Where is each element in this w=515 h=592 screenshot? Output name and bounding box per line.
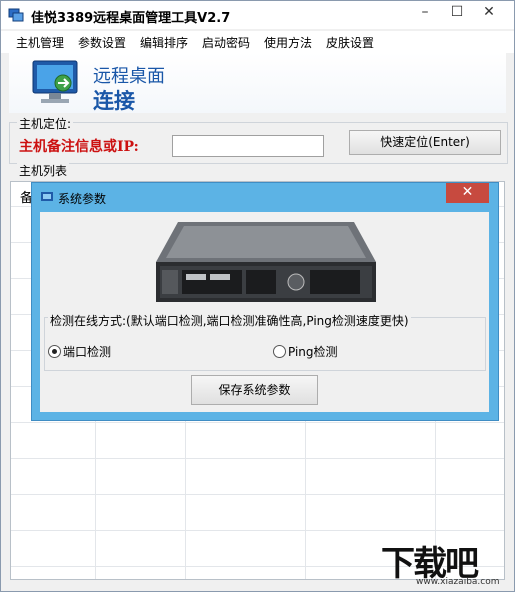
detect-method-label: 检测在线方式:(默认端口检测,端口检测准确性高,Ping检测速度更快) xyxy=(48,312,411,329)
locate-field-label: 主机备注信息或IP: xyxy=(19,139,139,155)
radio-port-detect-label: 端口检测 xyxy=(63,345,112,359)
quick-locate-button[interactable]: 快速定位(Enter) xyxy=(349,130,501,155)
banner-title-line2: 连接 xyxy=(93,89,135,113)
menu-bar: 主机管理 参数设置 编辑排序 启动密码 使用方法 皮肤设置 xyxy=(1,31,514,53)
radio-ping-detect[interactable]: Ping检测 xyxy=(273,343,338,360)
host-list-group-label: 主机列表 xyxy=(17,162,70,179)
banner: 远程桌面 连接 xyxy=(9,53,506,113)
dialog-title: 系统参数 xyxy=(58,192,107,206)
rack-server-image xyxy=(156,222,376,302)
close-button[interactable]: ✕ xyxy=(473,1,505,23)
menu-host-management[interactable]: 主机管理 xyxy=(16,34,64,51)
menu-parameter-settings[interactable]: 参数设置 xyxy=(78,34,126,51)
radio-ping-detect-label: Ping检测 xyxy=(288,345,338,359)
remote-desktop-icon xyxy=(32,60,78,103)
watermark-url: www.xiazaiba.com xyxy=(416,577,500,587)
menu-edit-sort[interactable]: 编辑排序 xyxy=(140,34,188,51)
menu-usage-help[interactable]: 使用方法 xyxy=(264,34,312,51)
menu-skin-settings[interactable]: 皮肤设置 xyxy=(326,34,374,51)
locate-input[interactable] xyxy=(172,135,324,157)
app-icon xyxy=(8,8,24,22)
system-params-dialog: 系统参数 ✕ 检测在线方式:(默认端口检测,端口检测准确性高,Ping检测速度更… xyxy=(31,182,499,421)
radio-selected-indicator xyxy=(48,345,61,358)
radio-unselected-indicator xyxy=(273,345,286,358)
menu-startup-password[interactable]: 启动密码 xyxy=(202,34,250,51)
minimize-button[interactable]: – xyxy=(409,1,441,23)
main-window: 佳悦3389远程桌面管理工具V2.7 – ☐ ✕ 主机管理 参数设置 编辑排序 … xyxy=(0,0,515,592)
locate-group-label: 主机定位: xyxy=(17,115,74,132)
title-bar[interactable]: 佳悦3389远程桌面管理工具V2.7 – ☐ ✕ xyxy=(1,1,514,29)
window-title: 佳悦3389远程桌面管理工具V2.7 xyxy=(31,11,231,26)
maximize-button[interactable]: ☐ xyxy=(441,1,473,23)
dialog-body: 检测在线方式:(默认端口检测,端口检测准确性高,Ping检测速度更快) 端口检测… xyxy=(40,212,489,412)
dialog-close-button[interactable]: ✕ xyxy=(446,183,489,203)
save-params-button[interactable]: 保存系统参数 xyxy=(191,375,318,405)
radio-port-detect[interactable]: 端口检测 xyxy=(48,343,111,360)
dialog-icon xyxy=(41,192,53,201)
